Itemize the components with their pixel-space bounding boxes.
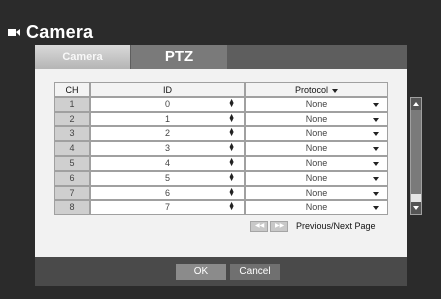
header-protocol-label: Protocol — [294, 85, 329, 95]
caret-down-icon — [332, 88, 339, 93]
previous-page-button[interactable]: ◀◀ — [250, 220, 268, 232]
table-header-row: CH ID Protocol — [54, 82, 402, 97]
table-row: 3 2 ▲ ▼ None — [54, 126, 402, 142]
id-value: 6 — [164, 187, 170, 198]
protocol-value: None — [305, 187, 328, 198]
dropdown-arrow-icon[interactable] — [373, 176, 379, 181]
protocol-value: None — [305, 128, 328, 139]
id-value: 1 — [164, 113, 170, 124]
protocol-select[interactable]: None — [245, 111, 388, 127]
header-ch: CH — [54, 82, 90, 97]
protocol-select[interactable]: None — [245, 96, 388, 112]
table-row: 2 1 ▲ ▼ None — [54, 111, 402, 127]
id-value: 7 — [164, 202, 170, 213]
ch-cell: 6 — [54, 170, 90, 186]
table-row: 5 4 ▲ ▼ None — [54, 155, 402, 171]
id-spinner[interactable]: 4 ▲ ▼ — [90, 155, 245, 171]
table-row: 6 5 ▲ ▼ None — [54, 170, 402, 186]
caret-up-icon — [413, 102, 419, 106]
camera-icon — [8, 29, 20, 36]
scroll-thumb[interactable] — [411, 110, 421, 194]
ok-button[interactable]: OK — [176, 264, 226, 280]
spinner-arrows-icon[interactable]: ▲ ▼ — [228, 142, 235, 153]
protocol-value: None — [305, 172, 328, 183]
ptz-panel: CH ID Protocol 1 0 ▲ ▼ None 2 1 ▲ ▼ None 3 2… — [35, 69, 422, 257]
page-navigation-label: Previous/Next Page — [296, 221, 376, 231]
dropdown-arrow-icon[interactable] — [373, 191, 379, 196]
table-row: 1 0 ▲ ▼ None — [54, 96, 402, 112]
scroll-down-button[interactable] — [411, 202, 421, 214]
protocol-select[interactable]: None — [245, 141, 388, 156]
id-value: 3 — [164, 143, 170, 154]
dialog-footer: OK Cancel — [35, 257, 407, 286]
id-value: 2 — [164, 128, 170, 139]
scroll-up-button[interactable] — [411, 98, 421, 110]
dropdown-arrow-icon[interactable] — [373, 102, 379, 107]
caret-down-icon — [413, 206, 419, 210]
ch-cell: 4 — [54, 141, 90, 156]
cancel-button[interactable]: Cancel — [230, 264, 280, 280]
id-spinner[interactable]: 3 ▲ ▼ — [90, 141, 245, 156]
id-spinner[interactable]: 5 ▲ ▼ — [90, 170, 245, 186]
protocol-value: None — [305, 143, 328, 154]
spinner-arrows-icon[interactable]: ▲ ▼ — [228, 187, 235, 198]
dropdown-arrow-icon[interactable] — [373, 161, 379, 166]
next-page-button[interactable]: ▶▶ — [270, 220, 288, 232]
spinner-arrows-icon[interactable]: ▲ ▼ — [228, 172, 235, 183]
protocol-select[interactable]: None — [245, 185, 388, 201]
id-value: 0 — [164, 98, 170, 109]
dropdown-arrow-icon[interactable] — [373, 132, 379, 137]
rewind-icon: ◀◀ — [255, 222, 265, 229]
dropdown-arrow-icon[interactable] — [373, 206, 379, 211]
spinner-arrows-icon[interactable]: ▲ ▼ — [228, 201, 235, 212]
protocol-select[interactable]: None — [245, 126, 388, 142]
table-row: 7 6 ▲ ▼ None — [54, 185, 402, 201]
protocol-select[interactable]: None — [245, 200, 388, 216]
protocol-value: None — [305, 98, 328, 109]
id-spinner[interactable]: 2 ▲ ▼ — [90, 126, 245, 142]
table-row: 8 7 ▲ ▼ None — [54, 200, 402, 216]
ch-cell: 3 — [54, 126, 90, 142]
ch-cell: 2 — [54, 111, 90, 127]
dropdown-arrow-icon[interactable] — [373, 117, 379, 122]
header-id: ID — [90, 82, 245, 97]
tab-camera[interactable]: Camera — [35, 45, 130, 69]
id-spinner[interactable]: 7 ▲ ▼ — [90, 200, 245, 216]
spinner-arrows-icon[interactable]: ▲ ▼ — [228, 113, 235, 124]
spinner-arrows-icon[interactable]: ▲ ▼ — [228, 98, 235, 109]
protocol-value: None — [305, 157, 328, 168]
header-protocol[interactable]: Protocol — [245, 82, 388, 97]
protocol-value: None — [305, 202, 328, 213]
tab-bar: Camera PTZ — [35, 45, 407, 69]
page-title: Camera — [26, 22, 94, 42]
id-spinner[interactable]: 6 ▲ ▼ — [90, 185, 245, 201]
table-row: 4 3 ▲ ▼ None — [54, 141, 402, 156]
id-value: 4 — [164, 157, 170, 168]
id-value: 5 — [164, 172, 170, 183]
ch-cell: 8 — [54, 200, 90, 216]
spinner-arrows-icon[interactable]: ▲ ▼ — [228, 157, 235, 168]
spinner-arrows-icon[interactable]: ▲ ▼ — [228, 127, 235, 138]
ch-cell: 1 — [54, 96, 90, 112]
id-spinner[interactable]: 1 ▲ ▼ — [90, 111, 245, 127]
ptz-table: CH ID Protocol 1 0 ▲ ▼ None 2 1 ▲ ▼ None 3 2… — [54, 82, 402, 216]
page-navigation: ◀◀ ▶▶ Previous/Next Page — [250, 219, 376, 233]
id-spinner[interactable]: 0 ▲ ▼ — [90, 96, 245, 112]
protocol-select[interactable]: None — [245, 155, 388, 171]
protocol-value: None — [305, 113, 328, 124]
ch-cell: 7 — [54, 185, 90, 201]
ch-cell: 5 — [54, 155, 90, 171]
tab-ptz[interactable]: PTZ — [131, 45, 227, 69]
protocol-select[interactable]: None — [245, 170, 388, 186]
title-bar: Camera — [0, 20, 441, 46]
dialog-window: Camera Camera PTZ CH ID Protocol 1 0 ▲ ▼ N… — [0, 0, 441, 299]
table-scrollbar[interactable] — [410, 97, 422, 215]
dropdown-arrow-icon[interactable] — [373, 147, 379, 152]
fast-forward-icon: ▶▶ — [275, 222, 285, 229]
